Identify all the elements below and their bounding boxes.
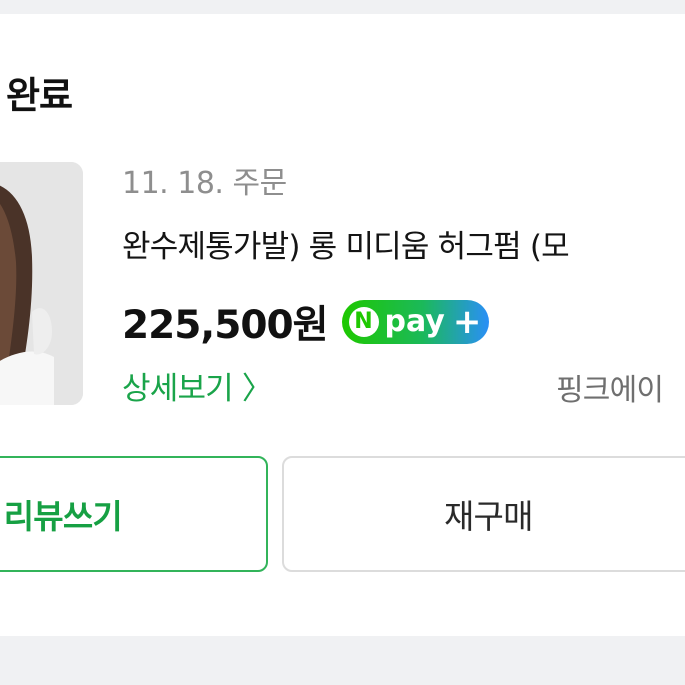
product-thumbnail[interactable]	[0, 162, 83, 405]
order-card: 완료 11. 18. 주문 완수제통가발) 롱 미디움 허그펌 (모 225,5…	[0, 14, 685, 636]
order-history-page: 완료 11. 18. 주문 완수제통가발) 롱 미디움 허그펌 (모 225,5…	[0, 0, 685, 685]
product-price: 225,500원	[122, 303, 329, 348]
npay-n-icon: N	[348, 307, 379, 337]
npay-label: pay	[384, 304, 445, 339]
write-review-button[interactable]: 리뷰쓰기	[0, 456, 268, 572]
view-details-link[interactable]: 상세보기 〉	[122, 367, 273, 411]
price-row: 225,500원 N pay +	[122, 292, 490, 352]
rebuy-button[interactable]: 재구매	[282, 456, 685, 572]
order-date: 11. 18. 주문	[122, 166, 287, 201]
product-name[interactable]: 완수제통가발) 롱 미디움 허그펌 (모	[122, 225, 570, 269]
seller-name[interactable]: 핑크에이	[556, 369, 664, 413]
product-thumbnail-image	[0, 162, 83, 405]
npay-badge: N pay +	[341, 300, 490, 344]
plus-icon: +	[452, 302, 482, 342]
order-status-title: 완료	[6, 74, 73, 117]
